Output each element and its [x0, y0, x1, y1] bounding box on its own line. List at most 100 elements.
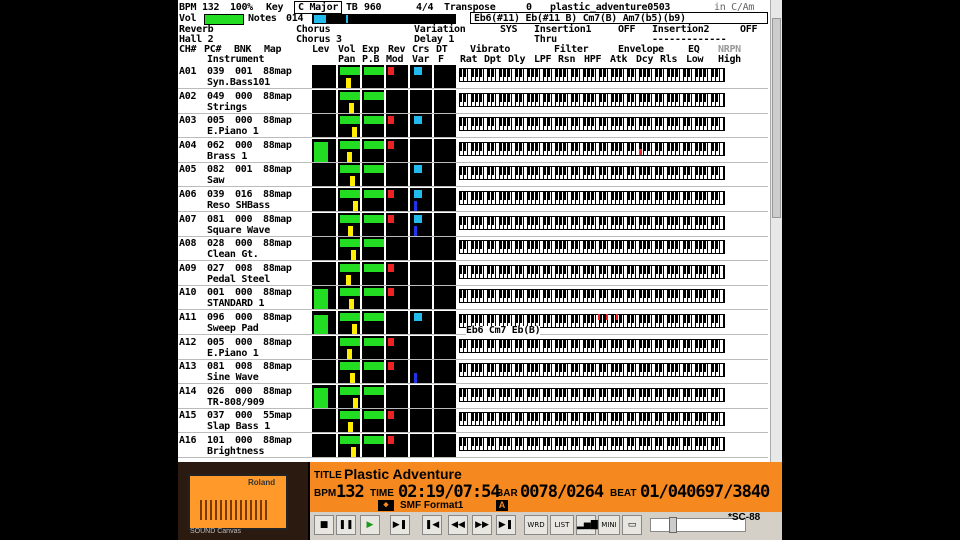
channel-number: A05 — [179, 164, 197, 176]
spectrum-icon[interactable]: ▂▅▇ — [576, 515, 598, 535]
mini-button[interactable]: MINI — [598, 515, 620, 535]
col-rat: Rat — [460, 54, 478, 65]
cell-divider — [456, 114, 458, 139]
keyboard-frame — [448, 191, 456, 205]
channel-row[interactable]: A04 062 000 88map Brass 1 — [178, 138, 768, 163]
cell-divider — [360, 212, 362, 237]
cell-divider — [432, 409, 434, 434]
channel-row[interactable]: A03 005 000 88map E.Piano 1 — [178, 114, 768, 139]
col-lpf: LPF — [534, 54, 552, 65]
piano-keyboard[interactable] — [459, 117, 725, 132]
channel-row[interactable]: A14 026 000 88map TR-808/909 — [178, 384, 768, 409]
pause-button[interactable]: ❚❚ — [336, 515, 356, 535]
piano-keyboard[interactable] — [459, 141, 725, 156]
controller-indicators — [338, 261, 458, 286]
map-name: 88map — [263, 66, 292, 77]
piano-keyboard[interactable] — [459, 264, 725, 279]
keyboard-frame — [448, 166, 456, 181]
step-forward-button[interactable]: ▶❚ — [390, 515, 410, 535]
col-atk: Atk — [610, 54, 628, 65]
piano-keyboard[interactable] — [459, 338, 725, 353]
channel-row[interactable]: A07 081 000 88map Square Wave — [178, 212, 768, 237]
indicator-cell — [364, 386, 384, 395]
fast-forward-button[interactable]: ▶▶ — [472, 515, 492, 535]
indicator-cell — [340, 288, 360, 297]
channel-row[interactable]: A12 005 000 88map E.Piano 1 — [178, 335, 768, 360]
channel-row[interactable]: A13 081 008 88map Sine Wave — [178, 360, 768, 385]
piano-keyboard[interactable] — [459, 437, 725, 451]
play-button[interactable]: ▶ — [360, 515, 380, 535]
keyboard-frame — [448, 141, 456, 156]
piano-keyboard[interactable] — [459, 289, 725, 304]
cell-divider — [360, 114, 362, 139]
cell-divider — [408, 286, 410, 311]
channel-row[interactable]: A01 039 001 88map Syn.Bass101 — [178, 65, 768, 89]
lcd-brand: Roland — [248, 478, 276, 487]
channel-row[interactable]: A09 027 008 88map Pedal Steel — [178, 261, 768, 286]
word-button[interactable]: WRD — [524, 515, 548, 535]
bank-number: 000 — [235, 287, 253, 299]
piano-keyboard[interactable] — [459, 240, 725, 255]
channel-row[interactable]: A10 001 000 88map STANDARD 1 — [178, 286, 768, 311]
channel-row[interactable]: A02 049 000 88map Strings — [178, 89, 768, 114]
cell-divider — [384, 212, 386, 237]
channel-row[interactable]: A15 037 000 55map Slap Bass 1 — [178, 409, 768, 434]
map-name: 88map — [263, 361, 292, 373]
piano-keyboard[interactable] — [459, 166, 725, 181]
col-low: Low — [686, 54, 704, 65]
piano-keyboard[interactable] — [459, 215, 725, 230]
seek-slider-thumb[interactable] — [669, 517, 677, 533]
program-number: 081 — [207, 213, 225, 225]
piano-keyboard[interactable] — [459, 68, 725, 82]
cell-divider — [384, 360, 386, 385]
channel-number: A10 — [179, 287, 197, 299]
cell-divider — [456, 311, 458, 335]
previous-button[interactable]: ❚◀ — [422, 515, 442, 535]
cell-divider — [456, 409, 458, 434]
stop-button[interactable]: ■ — [314, 515, 334, 535]
cell-divider — [384, 65, 386, 89]
cell-divider — [384, 188, 386, 212]
time-signature: 4/4 — [416, 2, 434, 13]
piano-keyboard[interactable] — [459, 191, 725, 205]
rewind-button[interactable]: ◀◀ — [448, 515, 468, 535]
scrollbar-thumb[interactable] — [772, 18, 781, 218]
piano-keyboard[interactable] — [459, 387, 725, 402]
open-folder-icon[interactable]: ▭ — [622, 515, 642, 535]
cell-divider — [360, 335, 362, 360]
cell-divider — [408, 409, 410, 434]
next-button[interactable]: ▶❚ — [496, 515, 516, 535]
cell-divider — [408, 261, 410, 286]
col-dpt: Dpt — [484, 54, 502, 65]
col-map: Map — [264, 44, 282, 55]
bank-number: 000 — [235, 213, 253, 225]
keyboard-frame — [448, 117, 456, 132]
program-number: 039 — [207, 66, 225, 77]
map-name: 88map — [263, 90, 292, 102]
cell-divider — [360, 163, 362, 188]
channel-row[interactable]: A05 082 001 88map Saw — [178, 163, 768, 188]
indicator-cell — [340, 313, 360, 321]
piano-keyboard[interactable] — [459, 412, 725, 427]
vertical-scrollbar[interactable] — [770, 0, 782, 462]
cell-divider — [432, 360, 434, 385]
cell-divider — [432, 335, 434, 360]
piano-keyboard[interactable] — [459, 92, 725, 107]
cell-divider — [360, 65, 362, 89]
map-name: 88map — [263, 238, 292, 250]
cell-divider — [360, 434, 362, 458]
indicator-cell — [364, 411, 384, 420]
channel-row[interactable]: A06 039 016 88map Reso SHBass — [178, 188, 768, 212]
cell-divider — [432, 65, 434, 89]
channel-row[interactable]: A08 028 000 88map Clean Gt. — [178, 237, 768, 262]
cell-divider — [360, 409, 362, 434]
level-meter — [312, 434, 336, 458]
list-button[interactable]: LIST — [550, 515, 574, 535]
program-number: 062 — [207, 139, 225, 151]
level-fill — [314, 387, 328, 408]
col-rls: Rls — [660, 54, 678, 65]
bank-number: 000 — [235, 410, 253, 422]
channel-row[interactable]: A16 101 000 88map Brightness — [178, 434, 768, 458]
indicator-cell — [414, 373, 417, 384]
piano-keyboard[interactable] — [459, 363, 725, 378]
